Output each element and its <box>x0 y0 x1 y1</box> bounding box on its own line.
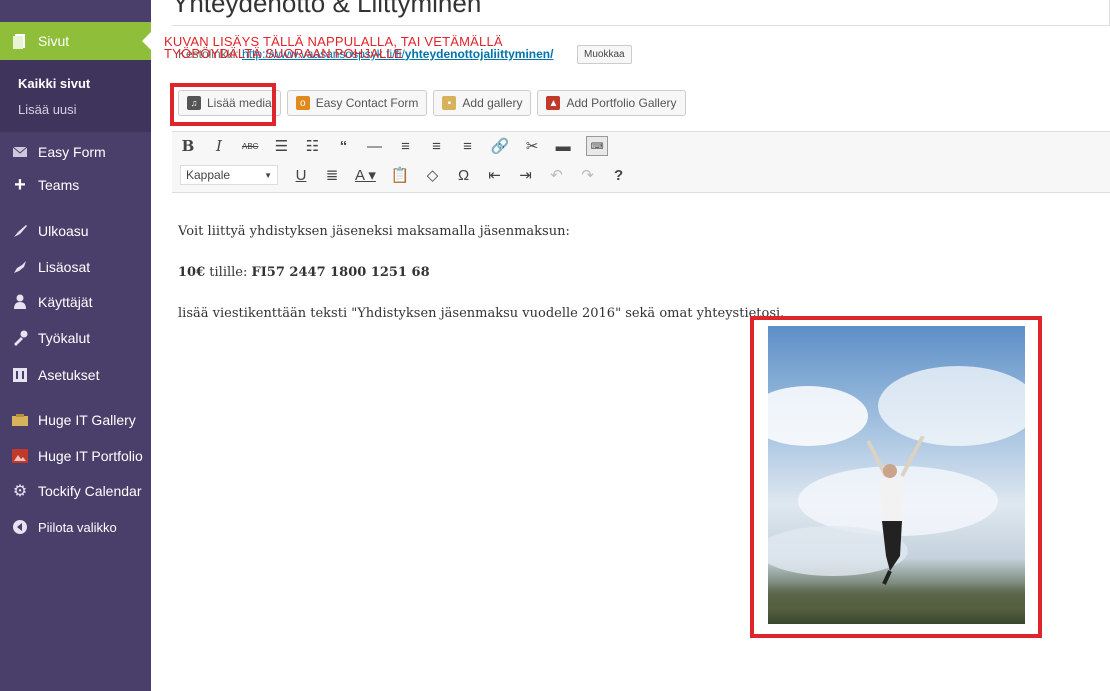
easy-contact-form-label: Easy Contact Form <box>315 96 419 110</box>
plugin-icon <box>12 259 28 275</box>
nav-item-label: Lisäosat <box>38 259 91 275</box>
page-editor: Yhteydenotto & Liittyminen Kestolinkki: … <box>152 0 1110 691</box>
nav-item-label: Työkalut <box>38 330 91 346</box>
nav-item-easy-form[interactable]: Easy Form <box>0 137 151 167</box>
instruction-annotation: KUVAN LISÄYS TÄLLÄ NAPPULALLA, TAI VETÄM… <box>164 35 503 61</box>
gallery-icon: ▪ <box>442 96 457 110</box>
nav-item-huge-it-gallery[interactable]: Huge IT Gallery <box>0 405 151 435</box>
contact-form-icon: o <box>295 96 310 110</box>
settings-icon <box>12 367 28 383</box>
brush-icon <box>12 223 28 239</box>
nav-item-asetukset[interactable]: Asetukset <box>0 360 151 390</box>
numbered-list-icon[interactable]: ☷ <box>304 136 320 156</box>
gear-icon: ⚙ <box>12 483 28 500</box>
nav-item-tyokalut[interactable]: Työkalut <box>0 323 151 353</box>
content-paragraph-3: lisää viestikenttään teksti "Yhdistyksen… <box>178 306 785 321</box>
nav-item-label: Tockify Calendar <box>38 483 142 499</box>
nav-item-label: Sivut <box>38 33 70 49</box>
nav-item-label: Ulkoasu <box>38 223 89 239</box>
wrench-icon <box>12 330 28 346</box>
content-paragraph-1: Voit liittyä yhdistyksen jäseneksi maksa… <box>178 224 570 239</box>
link-icon[interactable]: 🔗 <box>490 136 509 156</box>
blockquote-icon[interactable]: “ <box>335 136 351 156</box>
nav-item-label: Asetukset <box>38 367 100 383</box>
paste-text-icon[interactable]: 📋 <box>391 165 410 185</box>
annotation-line-2: TYÖPÖYDÄLTÄ SUORAAN POHJALLE <box>164 46 403 61</box>
easy-contact-form-button[interactable]: o Easy Contact Form <box>286 90 428 116</box>
text-color-icon[interactable]: A ▾ <box>355 165 376 185</box>
toolbar-toggle-icon[interactable]: ⌨ <box>586 136 609 156</box>
undo-icon[interactable]: ↶ <box>549 165 565 185</box>
strikethrough-icon[interactable]: ABC <box>242 136 258 156</box>
submenu-add-new[interactable]: Lisää uusi <box>18 102 77 117</box>
align-center-icon[interactable]: ≡ <box>428 136 444 156</box>
nav-item-teams[interactable]: + Teams <box>0 170 151 200</box>
align-right-icon[interactable]: ≡ <box>459 136 475 156</box>
submenu-all-pages[interactable]: Kaikki sivut <box>18 76 90 91</box>
gallery-icon <box>12 412 28 428</box>
content-paragraph-2: 10€ tilille: FI57 2447 1800 1251 68 <box>178 265 430 280</box>
align-left-icon[interactable]: ≡ <box>397 136 413 156</box>
toolbar-row-1: B I ABC ☰ ☷ “ — ≡ ≡ ≡ 🔗 ✂ ▬ ⌨ <box>180 136 609 156</box>
read-more-icon[interactable]: ▬ <box>555 136 571 156</box>
nav-item-label: Piilota valikko <box>38 519 117 535</box>
italic-icon[interactable]: I <box>211 136 227 156</box>
account-prefix: tilille: <box>205 265 252 280</box>
toolbar-row-2: Kappale ▼ U ≣ A ▾ 📋 ◇ Ω ⇤ ⇥ ↶ ↷ ? <box>180 165 627 185</box>
collapse-menu-button[interactable]: Piilota valikko <box>0 512 151 542</box>
nav-item-label: Huge IT Gallery <box>38 412 136 428</box>
add-gallery-button[interactable]: ▪ Add gallery <box>433 90 532 116</box>
editor-toolbar: B I ABC ☰ ☷ “ — ≡ ≡ ≡ 🔗 ✂ ▬ ⌨ Kappale ▼ … <box>172 131 1110 193</box>
bullet-list-icon[interactable]: ☰ <box>273 136 289 156</box>
nav-item-ulkoasu[interactable]: Ulkoasu <box>0 216 151 246</box>
jumping-person-figure <box>866 436 925 585</box>
underline-icon[interactable]: U <box>293 165 309 185</box>
portfolio-icon <box>12 448 28 464</box>
redo-icon[interactable]: ↷ <box>580 165 596 185</box>
admin-sidebar: Sivut Kaikki sivut Lisää uusi Easy Form … <box>0 0 151 691</box>
outdent-icon[interactable]: ⇤ <box>487 165 503 185</box>
nav-item-huge-it-portfolio[interactable]: Huge IT Portfolio <box>0 441 151 471</box>
user-icon <box>12 294 28 310</box>
horizontal-line-icon[interactable]: — <box>366 136 382 156</box>
plus-icon: + <box>14 173 26 196</box>
account-number: FI57 2447 1800 1251 68 <box>251 265 430 280</box>
edit-permalink-button[interactable]: Muokkaa <box>577 45 632 64</box>
title-input[interactable]: Yhteydenotto & Liittyminen <box>172 0 1110 26</box>
nav-item-label: Teams <box>38 177 80 193</box>
format-select-value: Kappale <box>186 168 231 182</box>
collapse-icon <box>12 519 28 535</box>
add-portfolio-gallery-button[interactable]: ▲ Add Portfolio Gallery <box>537 90 686 116</box>
title-input-value: Yhteydenotto & Liittyminen <box>172 0 482 18</box>
portfolio-icon: ▲ <box>546 96 561 110</box>
nav-item-sivut[interactable]: Sivut <box>0 22 151 60</box>
nav-item-lisaosat[interactable]: Lisäosat <box>0 252 151 282</box>
special-character-icon[interactable]: Ω <box>456 165 472 185</box>
format-select[interactable]: Kappale ▼ <box>180 165 278 185</box>
nav-item-tockify-calendar[interactable]: ⚙ Tockify Calendar <box>0 476 151 506</box>
mail-icon <box>12 144 28 160</box>
add-portfolio-gallery-label: Add Portfolio Gallery <box>566 96 677 110</box>
unlink-icon[interactable]: ✂ <box>524 136 540 156</box>
clear-formatting-icon[interactable]: ◇ <box>425 165 441 185</box>
highlight-add-media <box>170 83 276 126</box>
help-icon[interactable]: ? <box>611 165 627 185</box>
nav-item-label: Käyttäjät <box>38 294 93 310</box>
nav-item-kayttajat[interactable]: Käyttäjät <box>0 287 151 317</box>
amount-text: 10€ <box>178 265 206 280</box>
pages-submenu: Kaikki sivut Lisää uusi <box>0 60 151 132</box>
justify-icon[interactable]: ≣ <box>324 165 340 185</box>
nav-item-label: Easy Form <box>38 144 106 160</box>
indent-icon[interactable]: ⇥ <box>518 165 534 185</box>
inserted-photo[interactable] <box>768 326 1025 624</box>
bold-icon[interactable]: B <box>180 136 196 156</box>
chevron-down-icon: ▼ <box>264 170 272 180</box>
nav-item-label: Huge IT Portfolio <box>38 448 143 464</box>
add-gallery-label: Add gallery <box>462 96 523 110</box>
pages-icon <box>12 33 28 49</box>
